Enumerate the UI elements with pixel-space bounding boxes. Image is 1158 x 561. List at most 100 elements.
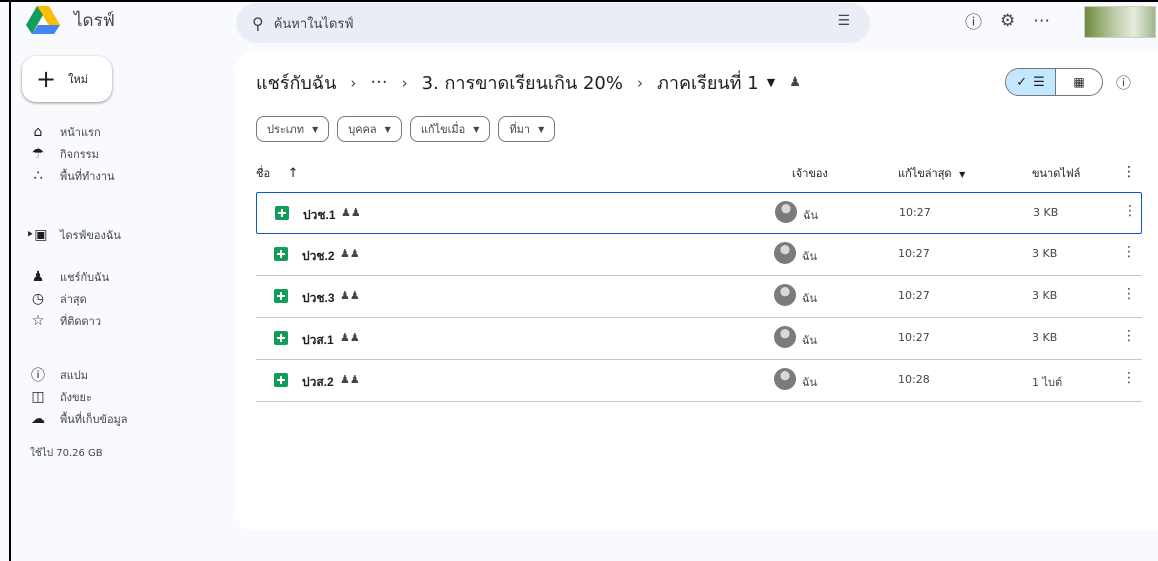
- chevron-right-icon: ›: [401, 73, 408, 92]
- shared-people-icon: ♟♟: [340, 373, 360, 386]
- google-sheets-icon: [274, 247, 288, 261]
- list-icon: ☰: [1033, 74, 1045, 90]
- table-row[interactable]: ปวส.1 ♟♟ ฉัน 10:27 3 KB ⋮: [256, 318, 1142, 360]
- file-size: 3 KB: [1033, 206, 1059, 219]
- more-actions-icon[interactable]: ⋮: [1122, 286, 1136, 302]
- column-name-header[interactable]: ชื่อ ↑: [256, 164, 298, 182]
- caret-down-icon[interactable]: ▼: [767, 76, 775, 89]
- sidebar-item-my-drive[interactable]: ‣▣ ไดรฟ์ของฉัน: [26, 224, 121, 246]
- table-row[interactable]: ปวช.2 ♟♟ ฉัน 10:27 3 KB ⋮: [256, 234, 1142, 276]
- search-input[interactable]: ค้นหาในไดรฟ์: [274, 13, 354, 34]
- avatar: [774, 368, 796, 390]
- sidebar-item-starred[interactable]: ☆ ที่ติดดาว: [30, 310, 109, 332]
- drive-logo[interactable]: ไดรฟ์: [26, 6, 115, 34]
- sidebar-item-recent[interactable]: ◷ ล่าสุด: [30, 288, 109, 310]
- file-modified: 10:27: [899, 206, 931, 219]
- table-header: ชื่อ ↑ เจ้าของ แก้ไขล่าสุด ▼ ขนาดไฟล์ ⋮: [256, 160, 1142, 184]
- table-row[interactable]: ปวส.2 ♟♟ ฉัน 10:28 1 ไบต์ ⋮: [256, 360, 1142, 402]
- sidebar-item-label: ถังขยะ: [60, 391, 92, 404]
- breadcrumb-root[interactable]: แชร์กับฉัน: [256, 68, 336, 97]
- sidebar-item-label: ที่ติดดาว: [60, 315, 102, 328]
- organization-logo[interactable]: [1084, 6, 1156, 38]
- sidebar-item-shared-with-me[interactable]: ♟ แชร์กับฉัน: [30, 266, 109, 288]
- new-button[interactable]: + ใหม่: [22, 56, 112, 102]
- column-options-icon[interactable]: ⋮: [1122, 164, 1136, 180]
- caret-down-icon: ▼: [538, 124, 545, 134]
- sidebar-nav-group-4: ⓘ สแปม ◫ ถังขยะ ☁ พื้นที่เก็บข้อมูล: [30, 364, 128, 430]
- file-name[interactable]: ปวช.3: [302, 289, 335, 308]
- sidebar-item-trash[interactable]: ◫ ถังขยะ: [30, 386, 128, 408]
- breadcrumb-current[interactable]: ภาคเรียนที่ 1: [657, 68, 759, 97]
- caret-down-icon: ▼: [959, 170, 966, 179]
- sidebar-item-label: ล่าสุด: [60, 293, 87, 306]
- clock-icon: ◷: [31, 291, 45, 307]
- table-row[interactable]: ปวช.3 ♟♟ ฉัน 10:27 3 KB ⋮: [256, 276, 1142, 318]
- help-icon[interactable]: ⓘ: [965, 8, 982, 33]
- column-owner-header[interactable]: เจ้าของ: [792, 164, 828, 182]
- sidebar-item-activity[interactable]: ☂ กิจกรรม: [30, 143, 115, 165]
- shared-icon: ♟: [31, 269, 45, 285]
- file-name[interactable]: ปวช.1: [303, 206, 336, 225]
- caret-down-icon: ▼: [473, 124, 480, 134]
- file-owner: ฉัน: [802, 250, 818, 263]
- filter-people[interactable]: บุคคล ▼: [337, 116, 402, 142]
- sort-arrow-up-icon[interactable]: ↑: [288, 166, 299, 181]
- workspaces-icon: ∴: [33, 168, 43, 184]
- sidebar-item-label: หน้าแรก: [60, 126, 101, 139]
- filter-label: แก้ไขเมื่อ: [420, 123, 466, 136]
- frame-top-border: [0, 0, 1158, 2]
- chevron-right-icon: ›: [350, 73, 357, 92]
- storage-usage-text: ใช้ไป 70.26 GB: [30, 448, 103, 459]
- shared-people-icon: ♟♟: [340, 289, 360, 302]
- spam-icon: ⓘ: [31, 368, 45, 384]
- home-icon: ⌂: [33, 124, 43, 140]
- sidebar-item-label: พื้นที่เก็บข้อมูล: [60, 413, 128, 426]
- chevron-right-icon: ›: [637, 73, 643, 92]
- google-sheets-icon: [274, 331, 288, 345]
- sidebar-item-storage[interactable]: ☁ พื้นที่เก็บข้อมูล: [30, 408, 128, 430]
- list-view-button[interactable]: ✓ ☰: [1006, 69, 1056, 95]
- file-list: ปวช.1 ♟♟ ฉัน 10:27 3 KB ⋮ ปวช.2 ♟♟ ฉัน 1…: [256, 192, 1142, 402]
- grid-view-button[interactable]: ▦: [1056, 69, 1102, 95]
- info-icon[interactable]: ⓘ: [1116, 72, 1131, 93]
- search-options-icon[interactable]: ☰: [837, 13, 850, 29]
- settings-icon[interactable]: ⚙: [1000, 11, 1015, 31]
- star-icon: ☆: [31, 313, 45, 329]
- sidebar-item-label: สแปม: [60, 369, 89, 382]
- filter-type[interactable]: ประเภท ▼: [256, 116, 330, 142]
- drive-logo-icon: [26, 6, 60, 34]
- more-actions-icon[interactable]: ⋮: [1122, 370, 1136, 386]
- file-name[interactable]: ปวส.2: [302, 373, 334, 392]
- avatar: [774, 284, 796, 306]
- search-bar[interactable]: ⚲ ค้นหาในไดรฟ์ ☰: [236, 3, 870, 43]
- filter-label: บุคคล: [348, 123, 377, 136]
- check-icon: ✓: [1016, 74, 1028, 90]
- sidebar-item-label: ไดรฟ์ของฉัน: [60, 229, 121, 242]
- sidebar-item-workspaces[interactable]: ∴ พื้นที่ทำงาน: [30, 165, 115, 187]
- more-actions-icon[interactable]: ⋮: [1122, 328, 1136, 344]
- sidebar-item-home[interactable]: ⌂ หน้าแรก: [30, 121, 115, 143]
- file-owner: ฉัน: [803, 209, 819, 222]
- file-modified: 10:27: [898, 331, 930, 344]
- sidebar-item-label: กิจกรรม: [60, 148, 99, 161]
- breadcrumb-parent[interactable]: 3. การขาดเรียนเกิน 20%: [422, 68, 623, 97]
- column-modified-header[interactable]: แก้ไขล่าสุด ▼: [898, 164, 965, 182]
- breadcrumb-more[interactable]: ···: [370, 72, 387, 93]
- more-actions-icon[interactable]: ⋮: [1123, 203, 1137, 219]
- table-row[interactable]: ปวช.1 ♟♟ ฉัน 10:27 3 KB ⋮: [256, 192, 1142, 234]
- file-name[interactable]: ปวช.2: [302, 247, 335, 266]
- my-drive-icon: ‣▣: [26, 227, 48, 243]
- breadcrumb: แชร์กับฉัน › ··· › 3. การขาดเรียนเกิน 20…: [256, 68, 801, 97]
- sidebar-item-spam[interactable]: ⓘ สแปม: [30, 364, 128, 386]
- apps-grid-icon[interactable]: ⋯: [1033, 11, 1050, 31]
- filter-source[interactable]: ที่มา ▼: [498, 116, 556, 142]
- shared-people-icon: ♟♟: [341, 206, 361, 219]
- column-size-header[interactable]: ขนาดไฟล์: [1032, 164, 1080, 182]
- sidebar-nav-group-1: ⌂ หน้าแรก ☂ กิจกรรม ∴ พื้นที่ทำงาน: [30, 121, 115, 187]
- search-icon[interactable]: ⚲: [252, 14, 264, 33]
- shared-folder-icon: ♟: [789, 75, 801, 90]
- file-name[interactable]: ปวส.1: [302, 331, 334, 350]
- sidebar-item-label: แชร์กับฉัน: [60, 271, 110, 284]
- filter-modified[interactable]: แก้ไขเมื่อ ▼: [409, 116, 491, 142]
- more-actions-icon[interactable]: ⋮: [1122, 244, 1136, 260]
